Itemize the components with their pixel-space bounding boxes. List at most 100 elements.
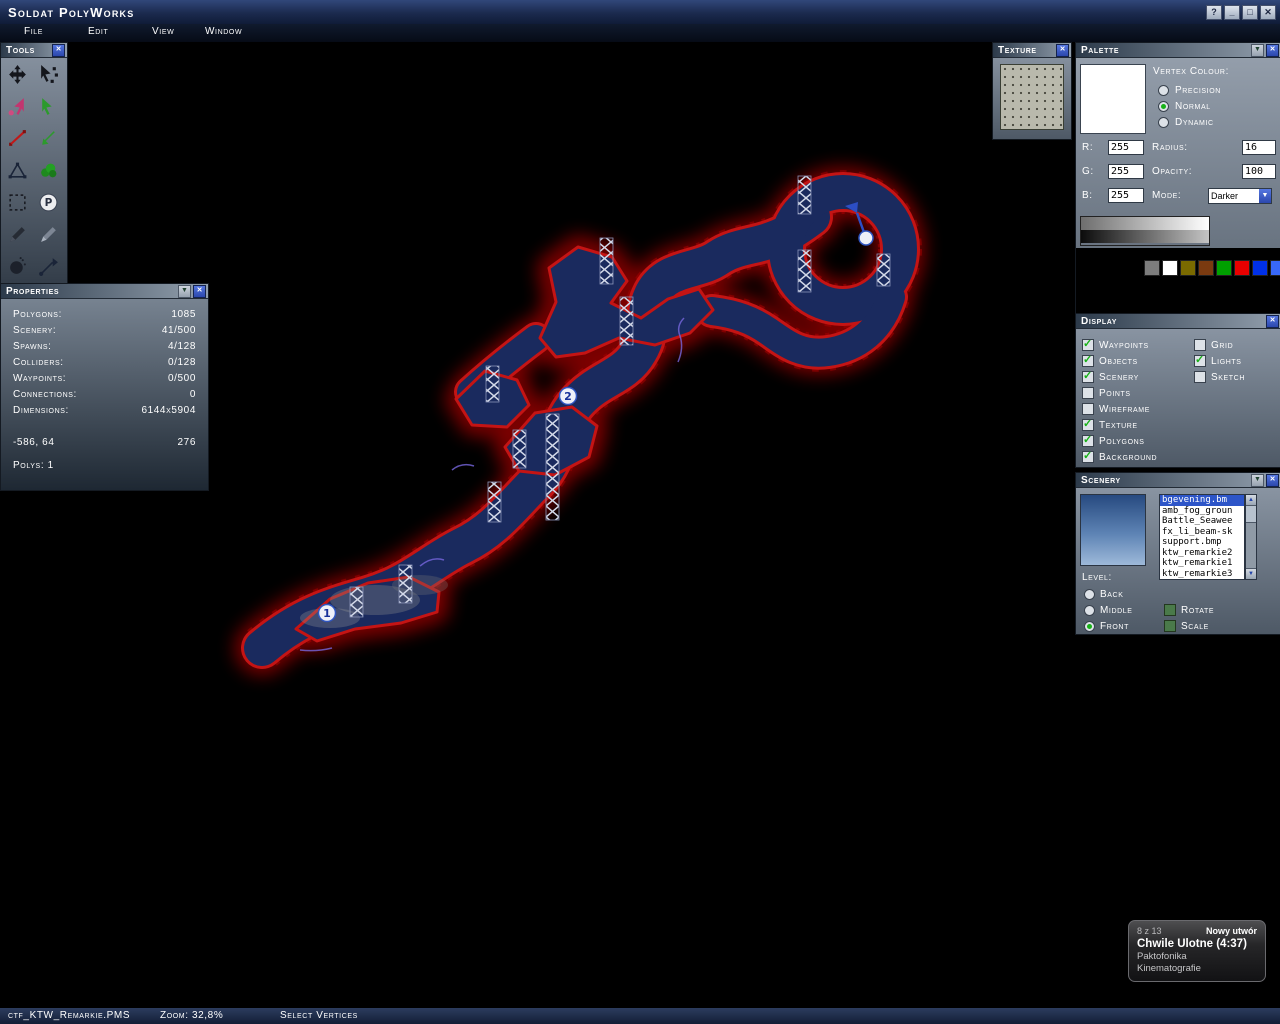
swatch-blue[interactable] [1252, 260, 1268, 276]
palette-custom-area[interactable] [1076, 248, 1280, 314]
checkbox-texture[interactable]: Texture [1082, 419, 1138, 431]
scenery-collapse-button[interactable]: ▼ [1251, 474, 1264, 487]
level-middle[interactable]: Middle [1084, 604, 1133, 616]
properties-panel-titlebar[interactable]: Properties ▼ ✕ [1, 284, 208, 299]
checkbox-lights[interactable]: Lights [1194, 355, 1242, 367]
swatch-olive[interactable] [1180, 260, 1196, 276]
normal-radio[interactable] [1158, 101, 1169, 112]
precision-radio[interactable] [1158, 85, 1169, 96]
scenery-tool[interactable] [34, 158, 62, 186]
texture-close-button[interactable]: ✕ [1056, 44, 1069, 57]
swatch-red[interactable] [1234, 260, 1250, 276]
menu-edit[interactable]: Edit [88, 26, 108, 37]
gradient-top[interactable] [1081, 217, 1209, 230]
scroll-up-icon[interactable]: ▲ [1246, 495, 1256, 506]
file-item[interactable]: support.bmp [1160, 537, 1244, 548]
checkbox-grid[interactable]: Grid [1194, 339, 1233, 351]
gradient-bottom[interactable] [1081, 230, 1209, 243]
checkbox-rotate[interactable]: Rotate [1164, 604, 1214, 616]
file-item[interactable]: amb_fog_groun [1160, 506, 1244, 517]
brush-tool[interactable] [34, 222, 62, 250]
scenery-close-button[interactable]: ✕ [1266, 474, 1279, 487]
minimize-button[interactable]: _ [1224, 5, 1240, 20]
file-item[interactable]: ktw_remarkie2 [1160, 548, 1244, 559]
colour-mode-normal[interactable]: Normal [1158, 100, 1211, 112]
scenery-preview[interactable] [1080, 494, 1146, 566]
menu-view[interactable]: View [152, 26, 174, 37]
display-panel-titlebar[interactable]: Display ✕ [1076, 314, 1280, 329]
swatch-gray[interactable] [1144, 260, 1160, 276]
r-field[interactable] [1108, 140, 1144, 155]
spawn-marker-1[interactable]: 1 [319, 605, 336, 622]
texture-thumbnail[interactable] [1000, 64, 1064, 130]
file-item[interactable]: Battle_Seawee [1160, 516, 1244, 527]
palette-collapse-button[interactable]: ▼ [1251, 44, 1264, 57]
colour-mode-dynamic[interactable]: Dynamic [1158, 116, 1214, 128]
properties-close-button[interactable]: ✕ [193, 285, 206, 298]
opacity-field[interactable] [1242, 164, 1276, 179]
g-field[interactable] [1108, 164, 1144, 179]
spawn-point-tool[interactable]: P [34, 190, 62, 218]
scroll-down-icon[interactable]: ▼ [1246, 568, 1256, 579]
swatch-green[interactable] [1216, 260, 1232, 276]
line-tool[interactable] [3, 126, 31, 154]
menu-window[interactable]: Window [205, 26, 242, 37]
file-item[interactable]: bgevening.bm [1160, 495, 1244, 506]
scrollbar-thumb[interactable] [1246, 506, 1256, 523]
palette-close-button[interactable]: ✕ [1266, 44, 1279, 57]
checkbox-sketch[interactable]: Sketch [1194, 371, 1245, 383]
checkbox-background[interactable]: Background [1082, 451, 1157, 463]
marquee-tool[interactable] [3, 190, 31, 218]
vertex-selection-tool[interactable] [34, 62, 62, 90]
swatch-brown[interactable] [1198, 260, 1214, 276]
blend-mode-dropdown[interactable]: Darker ▼ [1208, 188, 1272, 204]
scenery-panel-titlebar[interactable]: Scenery ▼ ✕ [1076, 473, 1280, 488]
music-notification[interactable]: 8 z 13 Nowy utwór Chwile Ulotne (4:37) P… [1128, 920, 1266, 982]
checkbox-wireframe[interactable]: Wireframe [1082, 403, 1150, 415]
checkbox-polygons[interactable]: Polygons [1082, 435, 1145, 447]
waypoint-tool[interactable] [34, 254, 62, 282]
swatch-lightblue[interactable] [1270, 260, 1280, 276]
window-titlebar[interactable]: Soldat PolyWorks ? _ □ ✕ [0, 0, 1280, 25]
tools-close-button[interactable]: ✕ [52, 44, 65, 57]
file-item[interactable]: fx_li_beam-sk [1160, 527, 1244, 538]
checkbox-scale[interactable]: Scale [1164, 620, 1209, 632]
transform-tool[interactable] [3, 62, 31, 90]
level-front[interactable]: Front [1084, 620, 1129, 632]
spawn-marker-2[interactable]: 2 [560, 388, 577, 405]
spray-tool[interactable] [3, 254, 31, 282]
polygon-tool[interactable] [3, 158, 31, 186]
palette-panel: Palette ▼ ✕ Vertex Colour: Precision Nor… [1075, 42, 1280, 314]
dynamic-radio[interactable] [1158, 117, 1169, 128]
help-button[interactable]: ? [1206, 5, 1222, 20]
tools-panel-titlebar[interactable]: Tools ✕ [1, 43, 67, 58]
pencil-tool[interactable] [3, 222, 31, 250]
file-item[interactable]: ktw_remarkie1 [1160, 558, 1244, 569]
radius-field[interactable] [1242, 140, 1276, 155]
close-button[interactable]: ✕ [1260, 5, 1276, 20]
display-close-button[interactable]: ✕ [1266, 315, 1279, 328]
dropdown-arrow-icon[interactable]: ▼ [1259, 189, 1271, 203]
properties-collapse-button[interactable]: ▼ [178, 285, 191, 298]
maximize-button[interactable]: □ [1242, 5, 1258, 20]
checkbox-waypoints[interactable]: Waypoints [1082, 339, 1149, 351]
colour-mode-precision[interactable]: Precision [1158, 84, 1221, 96]
texture-panel-titlebar[interactable]: Texture ✕ [993, 43, 1071, 58]
checkbox-objects[interactable]: Objects [1082, 355, 1138, 367]
checkbox-points[interactable]: Points [1082, 387, 1131, 399]
checkbox-scenery[interactable]: Scenery [1082, 371, 1139, 383]
gradient-picker[interactable] [1080, 216, 1210, 246]
palette-panel-titlebar[interactable]: Palette ▼ ✕ [1076, 43, 1280, 58]
polygon-move-tool[interactable] [3, 94, 31, 122]
file-item[interactable]: ktw_remarkie3 [1160, 569, 1244, 580]
b-field[interactable] [1108, 188, 1144, 203]
depth-arrow-tool[interactable] [34, 126, 62, 154]
swatch-white[interactable] [1162, 260, 1178, 276]
selection-tool[interactable] [34, 94, 62, 122]
transform-icon [7, 64, 28, 88]
scenery-panel: Scenery ▼ ✕ bgevening.bm amb_fog_groun B… [1075, 472, 1280, 635]
vertex-color-preview[interactable] [1080, 64, 1146, 134]
file-list-scrollbar[interactable]: ▲ ▼ [1245, 494, 1257, 580]
level-back[interactable]: Back [1084, 588, 1123, 600]
menu-file[interactable]: File [24, 26, 43, 37]
